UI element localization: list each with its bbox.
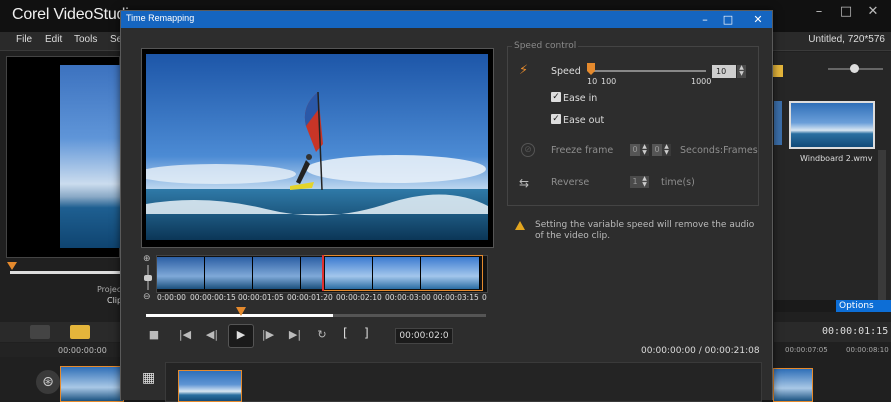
timeline-toolbar xyxy=(0,322,120,342)
speed-spinner[interactable]: ▲ ▼ xyxy=(737,65,746,78)
strip-timecode: 0 xyxy=(482,293,487,302)
strip-timecode: 0:00:00 xyxy=(157,293,186,302)
freeze-frames-input[interactable]: 0 xyxy=(652,144,662,156)
dialog-close-button[interactable]: ✕ xyxy=(746,11,770,28)
strip-timecode: 00:00:03:15 xyxy=(433,293,479,302)
video-track-icon[interactable]: ⊛ xyxy=(36,370,60,394)
reverse-unit-label: time(s) xyxy=(661,177,695,188)
main-scrub-marker[interactable] xyxy=(7,262,17,270)
thumbnail-size-knob[interactable] xyxy=(850,64,859,73)
strip-timecode: 00:00:02:10 xyxy=(336,293,382,302)
project-mode-label[interactable]: Projec xyxy=(97,285,121,294)
strip-timecode: 00:00:03:00 xyxy=(385,293,431,302)
playhead-marker[interactable] xyxy=(236,307,246,316)
timecode-field[interactable]: 00:00:02:0 xyxy=(395,328,453,344)
menu-edit[interactable]: Edit xyxy=(45,34,62,45)
play-button[interactable]: ▶ xyxy=(228,324,254,348)
library-thumbnail-partial[interactable] xyxy=(774,101,782,145)
speed-slider[interactable] xyxy=(588,70,706,72)
segment-marker[interactable] xyxy=(322,255,324,291)
clip-list xyxy=(165,362,762,402)
strip-timecode: 00:00:01:20 xyxy=(287,293,333,302)
frame-thumbnail[interactable] xyxy=(301,257,323,289)
warning-message: Setting the variable speed will remove t… xyxy=(535,220,755,241)
app-close-button[interactable]: ✕ xyxy=(859,0,887,24)
timeline-ruler-mark: 00:00:07:05 xyxy=(785,346,828,354)
windsurfer-image xyxy=(146,54,488,240)
strip-timecode: 00:00:00:15 xyxy=(190,293,236,302)
main-scrub-track[interactable] xyxy=(10,271,120,274)
ease-in-label: Ease in xyxy=(563,93,598,104)
preview-video xyxy=(146,54,488,240)
strip-timecode: 00:00:01:05 xyxy=(238,293,284,302)
dialog-titlebar xyxy=(121,11,772,28)
speed-segment-selection[interactable] xyxy=(323,255,483,291)
app-minimize-button[interactable]: – xyxy=(805,0,833,24)
library-thumbnail[interactable] xyxy=(789,101,875,149)
speed-label: Speed xyxy=(551,66,581,77)
options-button[interactable]: Options xyxy=(836,300,891,312)
warning-icon xyxy=(515,221,525,230)
freeze-unit-label: Seconds:Frames xyxy=(680,145,758,156)
repeat-icon[interactable]: ↻ xyxy=(313,327,331,343)
frame-thumbnail[interactable] xyxy=(205,257,253,289)
mark-in-button[interactable]: [ xyxy=(343,326,348,340)
speed-max-label: 1000 xyxy=(691,77,712,86)
timeline-clip[interactable] xyxy=(773,368,813,402)
freeze-seconds-spinner[interactable]: ▲ ▼ xyxy=(640,144,649,156)
menu-file[interactable]: File xyxy=(16,34,32,45)
mark-out-button[interactable]: ] xyxy=(364,326,369,340)
project-title: Untitled, 720*576 xyxy=(808,34,885,45)
end-icon[interactable]: ▶| xyxy=(286,327,304,343)
freeze-frame-label: Freeze frame xyxy=(551,145,614,156)
frame-thumbnail[interactable] xyxy=(157,257,205,289)
next-frame-icon[interactable]: |▶ xyxy=(259,327,277,343)
home-icon[interactable]: |◀ xyxy=(176,327,194,343)
speed-slider-knob[interactable] xyxy=(587,63,595,75)
stop-icon[interactable]: ■ xyxy=(145,327,163,343)
speed-min-label: 10 xyxy=(587,77,598,86)
ease-out-label: Ease out xyxy=(563,115,605,126)
library-scrollbar[interactable] xyxy=(878,150,886,300)
reverse-count-input[interactable]: 1 xyxy=(630,176,640,188)
timeline-timecode[interactable]: 00:00:01:15 xyxy=(822,326,888,337)
ease-in-checkbox[interactable]: ✓ xyxy=(551,92,561,102)
app-logo: Corel VideoStudio xyxy=(12,6,138,23)
library-item-label: Windboard 2.wmv xyxy=(800,154,873,163)
zoom-out-icon[interactable]: ⊖ xyxy=(143,292,151,302)
freeze-frames-spinner[interactable]: ▲ ▼ xyxy=(662,144,671,156)
main-preview-image xyxy=(60,65,120,248)
frame-thumbnail[interactable] xyxy=(253,257,301,289)
reverse-icon: ⇆ xyxy=(519,176,530,190)
menu-tools[interactable]: Tools xyxy=(74,34,97,45)
library-panel xyxy=(774,52,891,300)
ease-out-checkbox[interactable]: ✓ xyxy=(551,114,561,124)
dialog-title: Time Remapping xyxy=(126,13,195,23)
film-strip-icon: ▦ xyxy=(142,370,156,386)
dialog-maximize-button[interactable]: □ xyxy=(716,11,740,28)
timeline-clip[interactable] xyxy=(60,366,124,402)
storyboard-view-icon[interactable] xyxy=(30,325,50,339)
speed-input[interactable]: 10 xyxy=(712,65,736,78)
total-duration: 00:00:00:00 / 00:00:21:08 xyxy=(641,346,760,356)
reverse-label: Reverse xyxy=(551,177,590,188)
speed-runner-icon: ⚡ xyxy=(519,63,529,78)
zoom-slider-knob[interactable] xyxy=(144,275,152,281)
zoom-in-icon[interactable]: ⊕ xyxy=(143,254,151,264)
freeze-frame-icon: ⊘ xyxy=(521,143,535,157)
timeline-ruler-mark: 00:00:08:10 xyxy=(846,346,889,354)
speed-control-title: Speed control xyxy=(512,41,579,51)
freeze-seconds-input[interactable]: 0 xyxy=(630,144,640,156)
app-maximize-button[interactable]: □ xyxy=(832,0,860,24)
dialog-minimize-button[interactable]: – xyxy=(693,11,717,28)
clip-thumbnail[interactable] xyxy=(178,370,242,402)
speed-mid-label: 100 xyxy=(601,77,617,86)
timeline-ruler-time: 00:00:00:00 xyxy=(58,346,107,355)
reverse-count-spinner[interactable]: ▲ ▼ xyxy=(640,176,649,188)
timeline-view-icon[interactable] xyxy=(70,325,90,339)
previous-frame-icon[interactable]: ◀| xyxy=(203,327,221,343)
